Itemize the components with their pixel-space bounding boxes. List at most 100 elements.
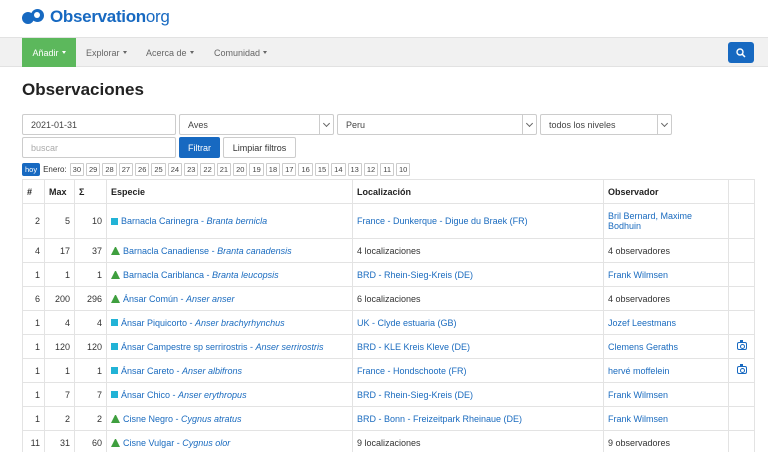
day-link[interactable]: 12 bbox=[363, 162, 379, 176]
observer-cell[interactable]: Bril Bernard, Maxime Bodhuin bbox=[603, 203, 729, 239]
column-header-location[interactable]: Localización bbox=[352, 179, 604, 204]
species-link[interactable]: Cisne Vulgar - Cygnus olor bbox=[123, 438, 230, 448]
photo-cell bbox=[728, 286, 755, 311]
day-link[interactable]: 26 bbox=[135, 162, 150, 176]
filter-button[interactable]: Filtrar bbox=[179, 137, 220, 158]
day-link[interactable]: 15 bbox=[314, 162, 330, 176]
explore-menu[interactable]: Explorar bbox=[86, 38, 127, 67]
photo-cell bbox=[728, 430, 755, 452]
camera-icon[interactable] bbox=[736, 363, 747, 374]
column-header-count[interactable]: # bbox=[22, 179, 45, 204]
observer-cell: 4 observadores bbox=[603, 286, 729, 311]
location-cell[interactable]: BRD - Rhein-Sieg-Kreis (DE) bbox=[352, 382, 604, 407]
location-cell[interactable]: France - Hondschoote (FR) bbox=[352, 358, 604, 383]
column-header-sum[interactable]: Σ bbox=[74, 179, 107, 204]
day-link[interactable]: 30 bbox=[69, 162, 85, 176]
day-link[interactable]: 16 bbox=[298, 162, 313, 176]
max-cell: 31 bbox=[44, 430, 75, 452]
table-row: 1 2 2 Cisne Negro - Cygnus atratus BRD - Bon… bbox=[22, 406, 755, 431]
rarity-triangle-icon bbox=[111, 270, 120, 279]
day-link[interactable]: 22 bbox=[200, 162, 215, 176]
max-cell: 17 bbox=[44, 238, 75, 263]
species-link[interactable]: Ánsar Careto - Anser albifrons bbox=[121, 366, 242, 376]
clear-filters-button[interactable]: Limpiar filtros bbox=[223, 137, 296, 158]
rarity-square-icon bbox=[111, 367, 118, 374]
count-cell: 1 bbox=[22, 358, 45, 383]
column-header-observer[interactable]: Observador bbox=[603, 179, 729, 204]
community-menu[interactable]: Comunidad bbox=[214, 38, 268, 67]
sum-cell: 1 bbox=[74, 262, 107, 287]
table-row: 2 5 10 Barnacla Carinegra - Branta bernicla… bbox=[22, 203, 755, 239]
max-cell: 7 bbox=[44, 382, 75, 407]
location-cell[interactable]: BRD - Bonn - Freizeitpark Rheinaue (DE) bbox=[352, 406, 604, 431]
search-button[interactable] bbox=[728, 42, 754, 63]
column-header-max[interactable]: Max bbox=[44, 179, 75, 204]
table-row: 6 200 296 Ánsar Común - Anser anser 6 locali… bbox=[22, 286, 755, 311]
species-cell: Barnacla Canadiense - Branta canadensis bbox=[106, 238, 353, 263]
table-row: 1 1 1 Barnacla Cariblanca - Branta leucopsi… bbox=[22, 262, 755, 287]
day-link[interactable]: 23 bbox=[184, 162, 199, 176]
observer-cell[interactable]: Clemens Geraths bbox=[603, 334, 729, 359]
observer-cell[interactable]: Frank Wilmsen bbox=[603, 382, 729, 407]
location-cell[interactable]: France - Dunkerque - Digue du Braek (FR) bbox=[352, 203, 604, 239]
rarity-triangle-icon bbox=[111, 246, 120, 255]
species-link[interactable]: Barnacla Carinegra - Branta bernicla bbox=[121, 216, 267, 226]
add-menu-button[interactable]: Añadir bbox=[22, 38, 76, 67]
day-link[interactable]: 14 bbox=[331, 162, 346, 176]
date-field[interactable]: 2021-01-31 bbox=[22, 114, 176, 135]
species-link[interactable]: Ánsar Piquicorto - Anser brachyrhynchus bbox=[121, 318, 285, 328]
observer-cell[interactable]: Frank Wilmsen bbox=[603, 262, 729, 287]
site-logo[interactable]: Observationorg bbox=[22, 7, 170, 27]
day-link[interactable]: 18 bbox=[265, 162, 281, 176]
day-link[interactable]: 24 bbox=[167, 162, 183, 176]
country-select[interactable]: Peru bbox=[337, 114, 537, 135]
max-cell: 1 bbox=[44, 262, 75, 287]
day-link[interactable]: 21 bbox=[216, 162, 232, 176]
species-link[interactable]: Ánsar Chico - Anser erythropus bbox=[121, 390, 247, 400]
species-link[interactable]: Cisne Negro - Cygnus atratus bbox=[123, 414, 242, 424]
species-link[interactable]: Ánsar Común - Anser anser bbox=[123, 294, 235, 304]
day-link[interactable]: 29 bbox=[86, 162, 101, 176]
observer-cell[interactable]: Frank Wilmsen bbox=[603, 406, 729, 431]
caret-down-icon bbox=[189, 51, 194, 54]
rarity-square-icon bbox=[111, 217, 118, 225]
location-cell[interactable]: BRD - Rhein-Sieg-Kreis (DE) bbox=[352, 262, 604, 287]
sum-cell: 1 bbox=[74, 358, 107, 383]
day-link[interactable]: 11 bbox=[380, 162, 394, 176]
species-cell: Ánsar Campestre sp serrirostris - Anser … bbox=[106, 334, 353, 359]
day-link[interactable]: 25 bbox=[151, 162, 166, 176]
sum-cell: 60 bbox=[74, 430, 107, 452]
day-link[interactable]: 28 bbox=[102, 162, 117, 176]
count-cell: 4 bbox=[22, 238, 45, 263]
day-link[interactable]: 27 bbox=[118, 162, 134, 176]
species-link[interactable]: Barnacla Canadiense - Branta canadensis bbox=[123, 246, 292, 256]
column-header-species[interactable]: Especie bbox=[106, 179, 353, 204]
today-button[interactable]: hoy bbox=[22, 162, 41, 176]
search-input[interactable]: buscar bbox=[22, 137, 176, 158]
species-cell: Ánsar Careto - Anser albifrons bbox=[106, 358, 353, 383]
rarity-triangle-icon bbox=[111, 438, 120, 447]
camera-icon[interactable] bbox=[736, 339, 747, 350]
species-cell: Cisne Vulgar - Cygnus olor bbox=[106, 430, 353, 452]
month-label: Enero: bbox=[43, 164, 67, 174]
day-link[interactable]: 19 bbox=[249, 162, 264, 176]
sum-cell: 2 bbox=[74, 406, 107, 431]
photo-cell bbox=[728, 358, 755, 383]
day-link[interactable]: 17 bbox=[282, 162, 297, 176]
species-link[interactable]: Barnacla Cariblanca - Branta leucopsis bbox=[123, 270, 279, 280]
day-link[interactable]: 10 bbox=[396, 162, 411, 176]
day-link[interactable]: 20 bbox=[233, 162, 248, 176]
observer-cell[interactable]: hervé moffelein bbox=[603, 358, 729, 383]
observations-table: # Max Σ Especie Localización Observador … bbox=[22, 179, 755, 452]
location-cell[interactable]: UK - Clyde estuaria (GB) bbox=[352, 310, 604, 335]
table-row: 1 4 4 Ánsar Piquicorto - Anser brachyrhynch… bbox=[22, 310, 755, 335]
sum-cell: 4 bbox=[74, 310, 107, 335]
location-cell: 6 localizaciones bbox=[352, 286, 604, 311]
day-link[interactable]: 13 bbox=[347, 162, 362, 176]
level-select[interactable]: todos los niveles bbox=[540, 114, 672, 135]
species-link[interactable]: Ánsar Campestre sp serrirostris - Anser … bbox=[121, 342, 324, 352]
location-cell[interactable]: BRD - KLE Kreis Kleve (DE) bbox=[352, 334, 604, 359]
about-menu[interactable]: Acerca de bbox=[146, 38, 194, 67]
group-select[interactable]: Aves bbox=[179, 114, 334, 135]
observer-cell[interactable]: Jozef Leestmans bbox=[603, 310, 729, 335]
